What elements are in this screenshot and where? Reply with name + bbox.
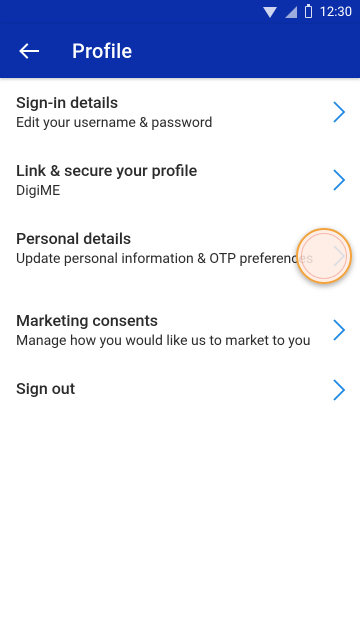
chevron-right-icon (333, 319, 346, 341)
battery-icon (304, 4, 312, 18)
menu-item-title: Link & secure your profile (16, 161, 198, 180)
sign-out-item[interactable]: Sign out (0, 372, 360, 432)
chevron-right-icon (333, 101, 346, 123)
menu-item-title: Sign-in details (16, 93, 119, 112)
chevron-right-icon (333, 379, 346, 401)
menu-item-title: Sign out (16, 379, 76, 398)
status-bar: 12:30 (0, 0, 360, 24)
marketing-consents-item[interactable]: Marketing consents Manage how you would … (0, 298, 360, 372)
menu-item-subtitle: Edit your username & password (16, 115, 213, 131)
app-bar: Profile (0, 24, 360, 78)
menu-item-subtitle: Manage how you would like us to market t… (16, 333, 311, 349)
link-secure-profile-item[interactable]: Link & secure your profile DigiME (0, 150, 360, 218)
personal-details-item[interactable]: Personal details Update personal informa… (0, 218, 360, 298)
chevron-right-icon (333, 169, 346, 191)
signal-icon (284, 6, 297, 18)
wifi-icon (262, 6, 277, 18)
status-icons: 12:30 (262, 0, 352, 24)
arrow-left-icon (19, 43, 39, 59)
status-time: 12:30 (319, 4, 352, 20)
profile-menu: Sign-in details Edit your username & pas… (0, 78, 360, 432)
menu-item-title: Personal details (16, 229, 132, 248)
back-button[interactable] (14, 36, 44, 66)
menu-item-subtitle: Update personal information & OTP prefer… (16, 251, 314, 267)
chevron-right-icon (333, 245, 346, 267)
menu-item-subtitle: DigiME (16, 183, 61, 199)
page-title: Profile (72, 39, 133, 63)
menu-item-title: Marketing consents (16, 311, 158, 330)
sign-in-details-item[interactable]: Sign-in details Edit your username & pas… (0, 78, 360, 150)
